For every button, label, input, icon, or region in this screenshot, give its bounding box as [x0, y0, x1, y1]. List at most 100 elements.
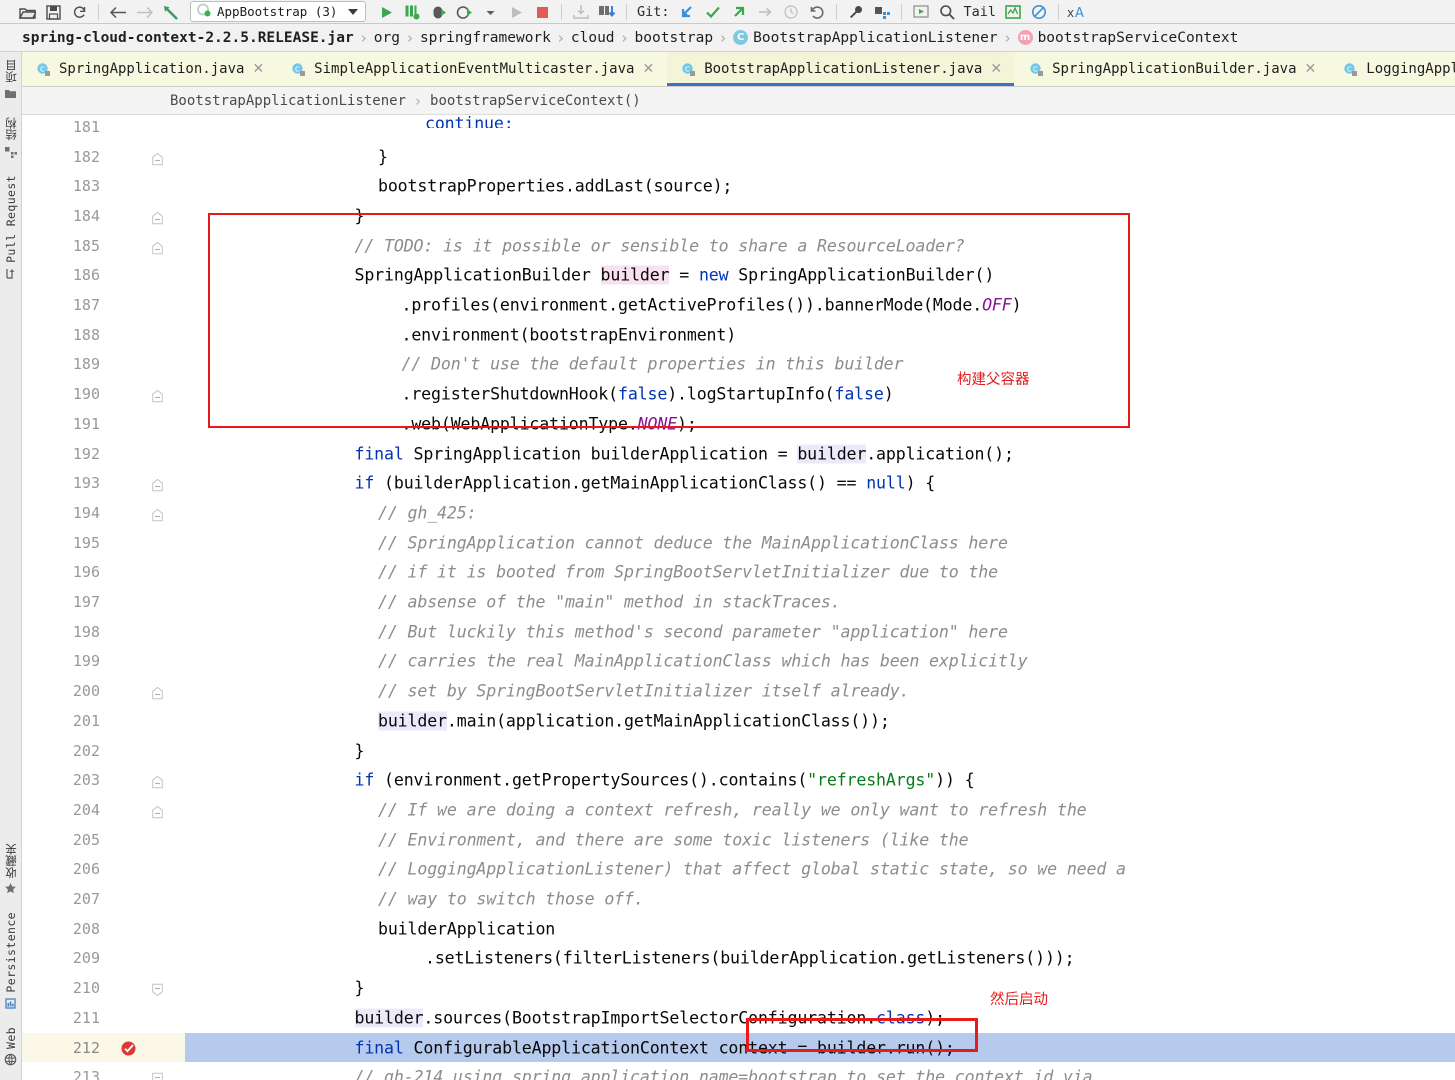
tab-simple-application-event-multicaster[interactable]: C SimpleApplicationEventMulticaster.java…: [277, 52, 668, 86]
gutter-row[interactable]: 201: [22, 706, 185, 736]
close-icon[interactable]: ✕: [642, 62, 654, 76]
tab-spring-application-builder[interactable]: C SpringApplicationBuilder.java ✕: [1015, 52, 1330, 86]
code-fold-marker[interactable]: [152, 982, 163, 997]
code-line[interactable]: // way to switch those off.: [185, 884, 1455, 914]
code-line[interactable]: continue;: [185, 115, 1455, 142]
breadcrumb-item-method[interactable]: m bootstrapServiceContext: [1017, 30, 1238, 46]
code-editor[interactable]: 181 182 183 184 185 186 187 188 189 190 191 192 193 1…: [22, 115, 1455, 1080]
code-line[interactable]: .registerShutdownHook(false).logStartupI…: [185, 379, 1455, 409]
gutter-row[interactable]: 205: [22, 825, 185, 855]
code-line[interactable]: .profiles(environment.getActiveProfiles(…: [185, 290, 1455, 320]
tail-chart-icon[interactable]: [1000, 1, 1026, 23]
code-fold-marker[interactable]: [152, 685, 163, 700]
gutter-row[interactable]: 190: [22, 379, 185, 409]
code-line[interactable]: }: [185, 973, 1455, 1003]
gutter-row[interactable]: 203: [22, 765, 185, 795]
code-line[interactable]: final SpringApplication builderApplicati…: [185, 439, 1455, 469]
gutter-row[interactable]: 188: [22, 320, 185, 350]
code-line[interactable]: // TODO: is it possible or sensible to s…: [185, 231, 1455, 261]
gutter-row[interactable]: 199: [22, 647, 185, 677]
gutter-row[interactable]: 210: [22, 973, 185, 1003]
gutter-row[interactable]: 195: [22, 528, 185, 558]
code-line[interactable]: // carries the real MainApplicationClass…: [185, 647, 1455, 677]
structure-icon[interactable]: [869, 1, 895, 23]
editor-gutter[interactable]: 181 182 183 184 185 186 187 188 189 190 191 192 193 1…: [22, 115, 185, 1080]
code-line[interactable]: // If we are doing a context refresh, re…: [185, 795, 1455, 825]
code-line[interactable]: // Environment, and there are some toxic…: [185, 825, 1455, 855]
git-pull-icon[interactable]: [674, 1, 700, 23]
save-icon[interactable]: [40, 1, 66, 23]
git-push-icon[interactable]: [726, 1, 752, 23]
code-line[interactable]: // But luckily this method's second para…: [185, 617, 1455, 647]
gutter-row[interactable]: 209: [22, 944, 185, 974]
gutter-row[interactable]: 187: [22, 290, 185, 320]
gutter-row[interactable]: 185: [22, 231, 185, 261]
gutter-row[interactable]: 194: [22, 498, 185, 528]
code-line[interactable]: .environment(bootstrapEnvironment): [185, 320, 1455, 350]
breadcrumb-item-org[interactable]: org: [374, 30, 400, 46]
gutter-row[interactable]: 211: [22, 1003, 185, 1033]
gutter-row[interactable]: 198: [22, 617, 185, 647]
run-icon[interactable]: [373, 1, 399, 23]
tab-spring-application[interactable]: C SpringApplication.java ✕: [22, 52, 278, 86]
gutter-row[interactable]: 213: [22, 1062, 185, 1080]
code-line[interactable]: if (environment.getPropertySources().con…: [185, 765, 1455, 795]
code-line[interactable]: // if it is booted from SpringBootServle…: [185, 558, 1455, 588]
gutter-row[interactable]: 183: [22, 171, 185, 201]
stop-icon[interactable]: [529, 1, 555, 23]
gutter-row[interactable]: 191: [22, 409, 185, 439]
breadcrumb-item-bootstrap[interactable]: bootstrap: [635, 30, 714, 46]
chevron-down-icon[interactable]: [348, 8, 358, 15]
gutter-row[interactable]: 204: [22, 795, 185, 825]
run-configuration-selector[interactable]: AppBootstrap (3): [190, 1, 366, 22]
close-icon[interactable]: ✕: [252, 62, 264, 76]
breadcrumb-item-cloud[interactable]: cloud: [571, 30, 615, 46]
translate-icon[interactable]: xA: [1065, 1, 1091, 23]
gutter-row[interactable]: 184: [22, 201, 185, 231]
code-line[interactable]: }: [185, 142, 1455, 172]
close-icon[interactable]: ✕: [1305, 62, 1317, 76]
code-content[interactable]: continue;} bootstrapProperties.addLast(so…: [185, 115, 1455, 1080]
run-anything-icon[interactable]: [908, 1, 934, 23]
code-fold-marker[interactable]: [152, 209, 163, 225]
sidebar-item-persistence[interactable]: Persistence: [4, 905, 18, 1020]
code-line[interactable]: .web(WebApplicationType.NONE);: [185, 409, 1455, 439]
breakpoint-icon[interactable]: [120, 1039, 137, 1056]
code-line[interactable]: // absense of the "main" method in stack…: [185, 587, 1455, 617]
code-line[interactable]: builderApplication: [185, 914, 1455, 944]
code-fold-marker[interactable]: [152, 239, 163, 254]
code-line[interactable]: if (builderApplication.getMainApplicatio…: [185, 468, 1455, 498]
tab-logging-application-listener[interactable]: C LoggingAppli: [1329, 52, 1455, 86]
back-arrow-icon[interactable]: [105, 1, 131, 23]
gutter-row[interactable]: 186: [22, 261, 185, 291]
run-with-coverage-icon[interactable]: [399, 1, 425, 23]
gutter-row[interactable]: 212: [22, 1032, 185, 1063]
code-fold-marker[interactable]: [152, 388, 163, 403]
sidebar-item-pull-request[interactable]: Pull Request: [4, 168, 18, 290]
gutter-row[interactable]: 181: [22, 115, 185, 142]
close-icon[interactable]: ✕: [990, 62, 1002, 76]
code-fold-marker[interactable]: [152, 150, 163, 165]
code-line[interactable]: }: [185, 736, 1455, 766]
code-line[interactable]: final ConfigurableApplicationContext con…: [185, 1032, 1455, 1063]
sync-icon[interactable]: [66, 1, 92, 23]
code-fold-marker[interactable]: [152, 1071, 163, 1080]
code-line[interactable]: SpringApplicationBuilder builder = new S…: [185, 261, 1455, 291]
gutter-row[interactable]: 208: [22, 914, 185, 944]
rollback-icon[interactable]: [804, 1, 830, 23]
code-fold-marker[interactable]: [152, 477, 163, 492]
code-line[interactable]: // gh_425:: [185, 498, 1455, 528]
breadcrumb-item-jar[interactable]: spring-cloud-context-2.2.5.RELEASE.jar: [22, 30, 354, 46]
sidebar-item-project[interactable]: 项目: [3, 52, 19, 110]
gutter-row[interactable]: 196: [22, 558, 185, 588]
gutter-row[interactable]: 197: [22, 587, 185, 617]
sidebar-item-structure[interactable]: 结构: [3, 110, 19, 168]
more-runners-chevron-icon[interactable]: [477, 1, 503, 23]
code-line[interactable]: // Don't use the default properties in t…: [185, 350, 1455, 380]
sidebar-item-favorites[interactable]: 收藏夹: [3, 836, 19, 906]
method-breadcrumb-method[interactable]: bootstrapServiceContext(): [430, 93, 641, 109]
tab-bootstrap-application-listener[interactable]: C BootstrapApplicationListener.java ✕: [667, 52, 1016, 86]
gutter-row[interactable]: 192: [22, 439, 185, 469]
commit-icon[interactable]: [594, 1, 620, 23]
open-folder-icon[interactable]: [14, 1, 40, 23]
